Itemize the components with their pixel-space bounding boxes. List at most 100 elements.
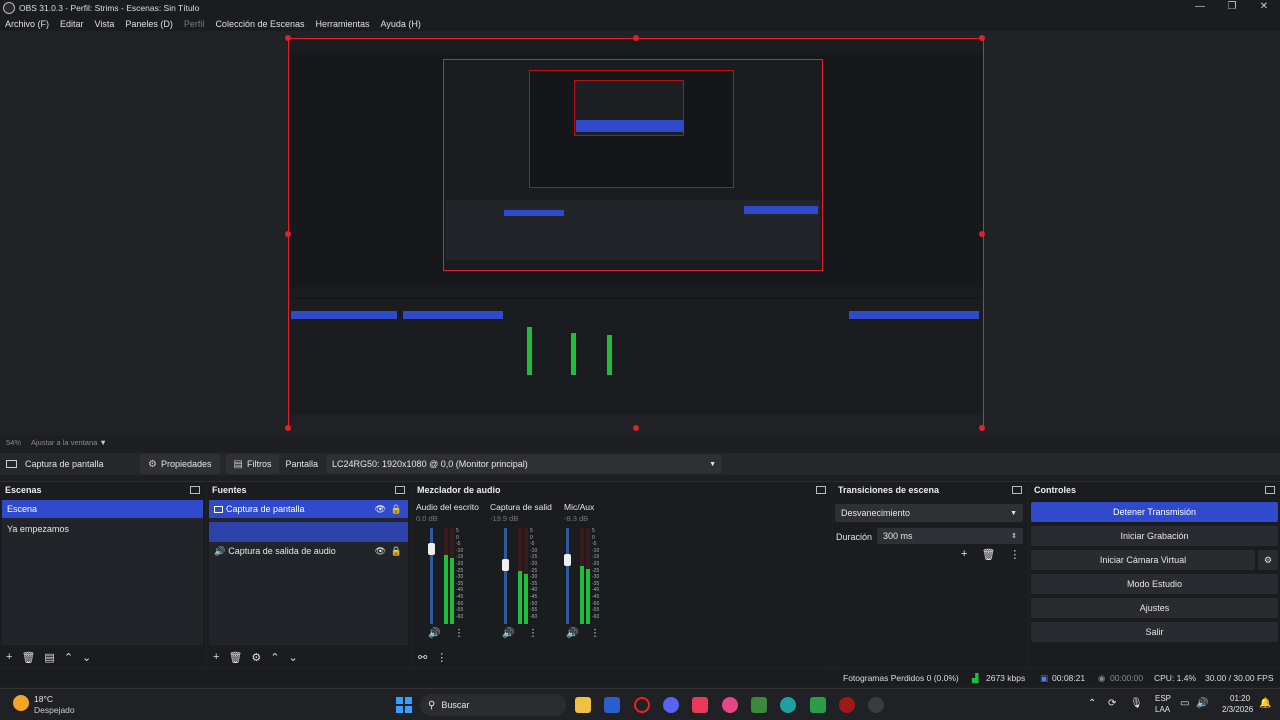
undock-icon[interactable] bbox=[395, 486, 405, 494]
more-icon[interactable]: ⋮ bbox=[436, 651, 447, 664]
layout[interactable]: LAA bbox=[1155, 705, 1170, 714]
filters-button[interactable]: ▤ Filtros bbox=[225, 454, 280, 474]
gear-icon[interactable]: ⚙ bbox=[251, 651, 261, 664]
fit-window-dropdown[interactable]: Ajustar a la ventana ▼ bbox=[31, 438, 107, 447]
add-icon[interactable]: + bbox=[961, 548, 967, 561]
channel-db: -8.3 dB bbox=[564, 514, 589, 523]
add-icon[interactable]: + bbox=[6, 651, 12, 663]
move-down-icon[interactable]: ⌄ bbox=[289, 651, 298, 664]
windows-start-icon[interactable] bbox=[396, 697, 412, 713]
filter-icon[interactable]: ▤ bbox=[44, 651, 54, 664]
language[interactable]: ESP bbox=[1155, 694, 1171, 703]
lock-icon[interactable]: 🔒 bbox=[391, 546, 402, 557]
opera-icon[interactable] bbox=[634, 697, 650, 713]
move-up-icon[interactable]: ⌃ bbox=[64, 651, 73, 664]
eye-icon[interactable]: 👁 bbox=[375, 504, 386, 515]
scene-item[interactable]: Escena bbox=[2, 500, 203, 518]
speaker-icon[interactable]: 🔊 bbox=[566, 628, 578, 639]
menu-perfil[interactable]: Perfil bbox=[184, 19, 205, 29]
properties-button[interactable]: ⚙ Propiedades bbox=[140, 454, 220, 474]
settings-button[interactable]: Ajustes bbox=[1031, 598, 1278, 618]
start-recording-button[interactable]: Iniciar Grabación bbox=[1031, 526, 1278, 546]
eye-icon[interactable]: 👁 bbox=[375, 546, 386, 557]
source-item[interactable]: 🔊 Captura de salida de audio 👁 🔒 bbox=[209, 542, 408, 560]
taskbar-search[interactable]: ⚲ Buscar bbox=[420, 694, 566, 716]
sync-icon[interactable]: ⟳ bbox=[1108, 698, 1116, 709]
undock-icon[interactable] bbox=[1012, 486, 1022, 494]
chevron-up-icon[interactable]: ⌃ bbox=[1088, 698, 1096, 709]
volume-slider-knob[interactable] bbox=[564, 554, 571, 566]
menu-ayuda[interactable]: Ayuda (H) bbox=[381, 19, 421, 29]
virtual-cam-settings-button[interactable]: ⚙ bbox=[1258, 550, 1278, 570]
studio-mode-button[interactable]: Modo Estudio bbox=[1031, 574, 1278, 594]
trash-icon[interactable]: 🗑 bbox=[981, 548, 995, 561]
minecraft-icon[interactable] bbox=[751, 697, 767, 713]
menu-editar[interactable]: Editar bbox=[60, 19, 84, 29]
duration-input[interactable]: 300 ms ⇕ bbox=[877, 528, 1023, 544]
maximize-button[interactable]: ❐ bbox=[1216, 0, 1248, 16]
resize-handle-r[interactable] bbox=[979, 231, 985, 237]
link-icon[interactable]: ⚯ bbox=[418, 651, 427, 664]
undock-icon[interactable] bbox=[1265, 486, 1275, 494]
menu-coleccion-escenas[interactable]: Colección de Escenas bbox=[215, 19, 304, 29]
speaker-icon[interactable]: 🔊 bbox=[428, 628, 440, 639]
resize-handle-l[interactable] bbox=[285, 231, 291, 237]
more-icon[interactable]: ⋮ bbox=[528, 628, 538, 639]
minimize-button[interactable]: — bbox=[1184, 0, 1216, 16]
resize-handle-t[interactable] bbox=[633, 35, 639, 41]
clock-time[interactable]: 01:20 bbox=[1230, 694, 1250, 703]
trash-icon[interactable]: 🗑 bbox=[21, 651, 35, 664]
more-icon[interactable]: ⋮ bbox=[454, 628, 464, 639]
music-icon[interactable] bbox=[692, 697, 708, 713]
resize-handle-tr[interactable] bbox=[979, 35, 985, 41]
channel-db: -19.9 dB bbox=[490, 514, 519, 523]
start-virtual-cam-button[interactable]: Iniciar Cámara Virtual bbox=[1031, 550, 1255, 570]
notification-icon[interactable]: 🔔 bbox=[1259, 698, 1271, 709]
speaker-icon[interactable]: 🔊 bbox=[502, 628, 514, 639]
more-icon[interactable]: ⋮ bbox=[590, 628, 600, 639]
edge-icon[interactable] bbox=[780, 697, 796, 713]
volume-icon[interactable]: 🔊 bbox=[1196, 698, 1208, 709]
move-down-icon[interactable]: ⌄ bbox=[82, 651, 91, 664]
channel-name: Captura de salid bbox=[490, 502, 552, 512]
resize-handle-b[interactable] bbox=[633, 425, 639, 431]
move-up-icon[interactable]: ⌃ bbox=[270, 651, 279, 664]
resize-handle-bl[interactable] bbox=[285, 425, 291, 431]
lock-icon[interactable]: 🔒 bbox=[391, 504, 402, 515]
volume-slider-knob[interactable] bbox=[428, 543, 435, 555]
word-icon[interactable] bbox=[604, 697, 620, 713]
resize-handle-tl[interactable] bbox=[285, 35, 291, 41]
display-select[interactable]: LC24RG50: 1920x1080 @ 0,0 (Monitor princ… bbox=[326, 455, 722, 473]
discord-icon[interactable] bbox=[663, 697, 679, 713]
undock-icon[interactable] bbox=[816, 486, 826, 494]
resize-handle-br[interactable] bbox=[979, 425, 985, 431]
file-explorer-icon[interactable] bbox=[575, 697, 591, 713]
obs-icon[interactable] bbox=[868, 697, 884, 713]
volume-slider-knob[interactable] bbox=[502, 559, 509, 571]
menu-archivo[interactable]: Archivo (F) bbox=[5, 19, 49, 29]
undock-icon[interactable] bbox=[190, 486, 200, 494]
chevron-down-icon: ▼ bbox=[99, 437, 107, 447]
speaker-icon: 🔊 bbox=[214, 545, 226, 556]
add-icon[interactable]: + bbox=[213, 651, 219, 663]
close-button[interactable]: ✕ bbox=[1248, 0, 1280, 16]
notepad-icon[interactable] bbox=[810, 697, 826, 713]
more-icon[interactable]: ⋮ bbox=[1009, 548, 1020, 561]
transition-select[interactable]: Desvanecimiento ▼ bbox=[835, 504, 1023, 522]
scene-item[interactable]: Ya empezamos bbox=[2, 520, 203, 538]
menu-herramientas[interactable]: Herramientas bbox=[316, 19, 370, 29]
stepper-icon[interactable]: ⇕ bbox=[1011, 532, 1017, 540]
mic-icon[interactable]: 🎙 bbox=[1130, 698, 1143, 709]
chat-icon[interactable] bbox=[722, 697, 738, 713]
stop-stream-button[interactable]: Detener Transmisión bbox=[1031, 502, 1278, 522]
clock-date[interactable]: 2/3/2026 bbox=[1222, 705, 1253, 714]
menu-vista[interactable]: Vista bbox=[95, 19, 115, 29]
source-item[interactable]: Captura de pantalla 👁 🔒 bbox=[209, 500, 408, 518]
menu-paneles[interactable]: Paneles (D) bbox=[125, 19, 173, 29]
exit-button[interactable]: Salir bbox=[1031, 622, 1278, 642]
trash-icon[interactable]: 🗑 bbox=[228, 651, 242, 664]
sources-dock: Fuentes Captura de pantalla 👁 🔒 🔊 Captur… bbox=[207, 481, 410, 667]
preview-canvas[interactable] bbox=[285, 35, 985, 431]
app-icon[interactable] bbox=[839, 697, 855, 713]
monitor-icon[interactable]: ▭ bbox=[1180, 698, 1189, 709]
